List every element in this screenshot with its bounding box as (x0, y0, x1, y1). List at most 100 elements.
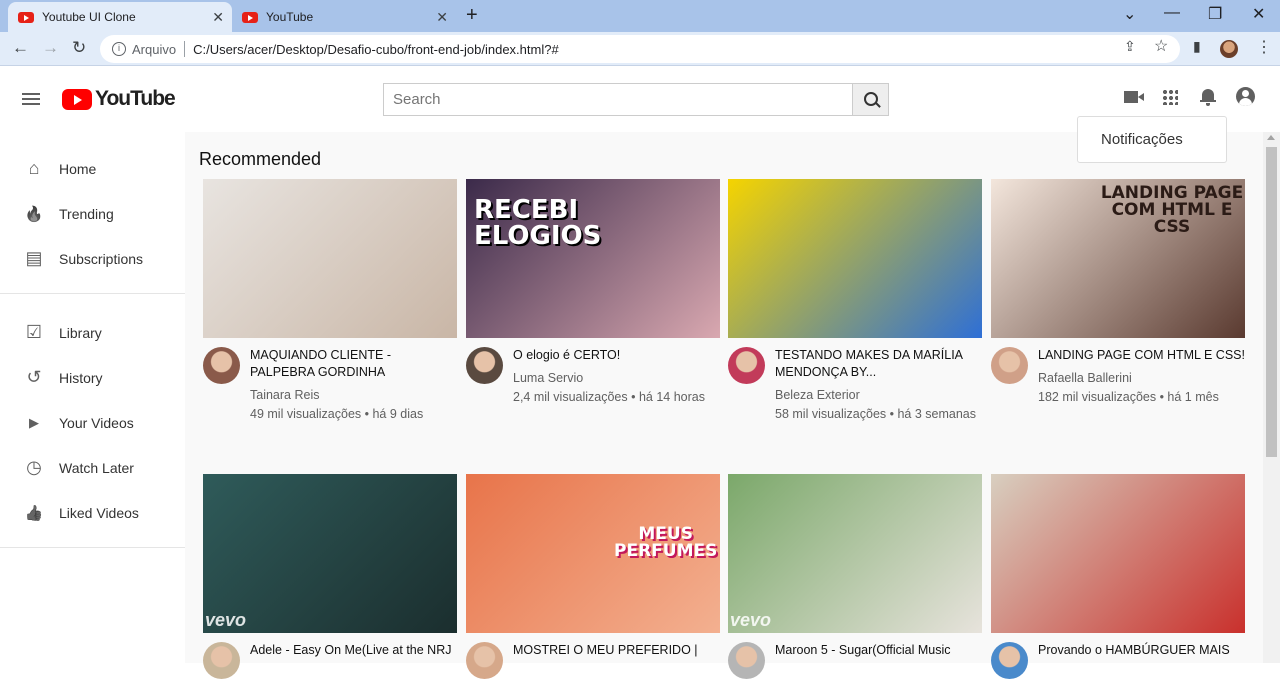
video-card[interactable]: RECEBI ELOGIOS O elogio é CERTO! Luma Serv… (466, 179, 720, 407)
sidebar-item-liked-videos[interactable]: 👍 Liked Videos (0, 490, 185, 535)
video-card[interactable]: TESTANDO MAKES DA MARÍLIA MENDONÇA BY...… (728, 179, 982, 424)
video-info: O elogio é CERTO! Luma Servio 2,4 mil visu… (513, 347, 705, 407)
video-title[interactable]: MAQUIANDO CLIENTE - PALPEBRA GORDINHA (250, 347, 457, 381)
video-thumbnail[interactable] (991, 474, 1245, 633)
side-panel-icon[interactable]: ▮ (1193, 38, 1201, 55)
sidebar-item-history[interactable]: ↺ History (0, 355, 185, 400)
notifications-popup[interactable]: Notificações (1077, 116, 1227, 163)
minimize-button[interactable]: — (1164, 4, 1180, 22)
video-meta: Provando o HAMBÚRGUER MAIS (991, 642, 1245, 679)
tab-title: YouTube (266, 10, 314, 24)
search-bar (383, 83, 889, 116)
browser-tab-1[interactable]: Youtube UI Clone ✕ (8, 2, 232, 32)
channel-avatar[interactable] (728, 347, 765, 384)
sidebar-item-label: Liked Videos (59, 504, 139, 521)
video-title[interactable]: TESTANDO MAKES DA MARÍLIA MENDONÇA BY... (775, 347, 982, 381)
apps-grid-icon[interactable] (1162, 89, 1178, 105)
video-thumbnail[interactable] (728, 179, 982, 338)
create-video-icon[interactable] (1124, 91, 1144, 103)
scroll-up-icon[interactable] (1267, 135, 1275, 140)
video-thumbnail[interactable]: MEUS PERFUMES (466, 474, 720, 633)
thumbnail-overlay-text: RECEBI ELOGIOS (474, 195, 602, 251)
channel-name[interactable]: Tainara Reis (250, 387, 457, 404)
channel-name[interactable]: Rafaella Ballerini (1038, 370, 1245, 387)
reload-icon[interactable]: ↻ (72, 38, 86, 58)
sidebar-item-your-videos[interactable]: ▶ Your Videos (0, 400, 185, 445)
account-icon[interactable] (1236, 87, 1255, 106)
tab-search-icon[interactable]: ⌄ (1123, 4, 1136, 24)
sidebar-item-watch-later[interactable]: ◷ Watch Later (0, 445, 185, 490)
close-window-button[interactable]: ✕ (1252, 4, 1265, 24)
video-info: Maroon 5 - Sugar(Official Music (775, 642, 951, 679)
channel-avatar[interactable] (466, 347, 503, 384)
sidebar-item-subscriptions[interactable]: ▤ Subscriptions (0, 236, 185, 281)
thumbnail-overlay-text: LANDING PAGE COM HTML E CSS (1100, 183, 1244, 237)
video-info: MAQUIANDO CLIENTE - PALPEBRA GORDINHA Tai… (250, 347, 457, 424)
video-meta: Maroon 5 - Sugar(Official Music (728, 642, 982, 679)
back-icon[interactable]: ← (12, 38, 29, 58)
video-title[interactable]: LANDING PAGE COM HTML E CSS! (1038, 347, 1245, 364)
search-button[interactable] (852, 84, 888, 115)
video-thumbnail[interactable]: LANDING PAGE COM HTML E CSS (991, 179, 1245, 338)
video-card[interactable]: vevo Adele - Easy On Me(Live at the NRJ (203, 474, 457, 679)
profile-avatar[interactable] (1220, 40, 1238, 58)
share-icon[interactable]: ⇪ (1124, 38, 1136, 55)
video-title[interactable]: Provando o HAMBÚRGUER MAIS (1038, 642, 1230, 659)
close-tab-icon[interactable]: ✕ (436, 9, 448, 26)
watch-later-icon: ◷ (26, 457, 42, 477)
video-card[interactable]: Provando o HAMBÚRGUER MAIS (991, 474, 1245, 679)
scheme-label: Arquivo (132, 41, 177, 57)
channel-avatar[interactable] (991, 347, 1028, 384)
channel-avatar[interactable] (203, 642, 240, 679)
hamburger-menu-icon[interactable] (22, 93, 40, 105)
url-text[interactable]: C:/Users/acer/Desktop/Desafio-cubo/front… (193, 42, 559, 57)
video-thumbnail[interactable]: vevo (728, 474, 982, 633)
video-title[interactable]: MOSTREI O MEU PREFERIDO | (513, 642, 698, 659)
browser-menu-icon[interactable]: ⋮ (1256, 37, 1272, 57)
address-bar[interactable]: i Arquivo C:/Users/acer/Desktop/Desafio-… (100, 35, 1180, 63)
sidebar-item-library[interactable]: ☑ Library (0, 310, 185, 355)
sidebar-item-label: Trending (59, 205, 114, 222)
browser-tabbar: Youtube UI Clone ✕ YouTube ✕ + ⌄ — ❐ ✕ (0, 0, 1280, 32)
search-input[interactable] (384, 84, 852, 115)
video-card[interactable]: vevo Maroon 5 - Sugar(Official Music (728, 474, 982, 679)
video-meta: MOSTREI O MEU PREFERIDO | (466, 642, 720, 679)
video-title[interactable]: Adele - Easy On Me(Live at the NRJ (250, 642, 451, 659)
scrollbar[interactable] (1263, 132, 1280, 663)
close-tab-icon[interactable]: ✕ (212, 9, 224, 26)
sidebar-item-home[interactable]: ⌂ Home (0, 146, 185, 191)
sidebar-item-trending[interactable]: 🔥 Trending (0, 191, 185, 236)
info-icon[interactable]: i (112, 42, 126, 56)
scrollbar-thumb[interactable] (1266, 147, 1277, 457)
video-card[interactable]: MAQUIANDO CLIENTE - PALPEBRA GORDINHA Tai… (203, 179, 457, 424)
video-card[interactable]: LANDING PAGE COM HTML E CSS LANDING PAGE … (991, 179, 1245, 407)
new-tab-button[interactable]: + (466, 4, 478, 27)
video-thumbnail[interactable] (203, 179, 457, 338)
vevo-watermark: vevo (205, 610, 247, 630)
video-title[interactable]: O elogio é CERTO! (513, 347, 705, 364)
library-icon: ☑ (25, 322, 43, 342)
video-title[interactable]: Maroon 5 - Sugar(Official Music (775, 642, 951, 659)
browser-tab-2[interactable]: YouTube ✕ (232, 2, 456, 32)
channel-name[interactable]: Luma Servio (513, 370, 705, 387)
video-info: LANDING PAGE COM HTML E CSS! Rafaella Bal… (1038, 347, 1245, 407)
your-videos-icon: ▶ (29, 414, 39, 430)
youtube-favicon-icon (18, 11, 34, 23)
channel-avatar[interactable] (728, 642, 765, 679)
restore-button[interactable]: ❐ (1208, 4, 1222, 24)
channel-avatar[interactable] (466, 642, 503, 679)
history-icon: ↺ (26, 367, 42, 387)
bookmark-star-icon[interactable]: ☆ (1154, 36, 1168, 56)
youtube-logo[interactable]: YouTube (62, 87, 176, 111)
video-meta: MAQUIANDO CLIENTE - PALPEBRA GORDINHA Tai… (203, 347, 457, 424)
channel-avatar[interactable] (991, 642, 1028, 679)
video-card[interactable]: MEUS PERFUMES MOSTREI O MEU PREFERIDO | (466, 474, 720, 679)
video-meta: LANDING PAGE COM HTML E CSS! Rafaella Bal… (991, 347, 1245, 407)
video-thumbnail[interactable]: vevo (203, 474, 457, 633)
forward-icon[interactable]: → (42, 38, 59, 58)
video-thumbnail[interactable]: RECEBI ELOGIOS (466, 179, 720, 338)
notifications-bell-icon[interactable] (1200, 87, 1216, 106)
channel-name[interactable]: Beleza Exterior (775, 387, 982, 404)
video-meta: Adele - Easy On Me(Live at the NRJ (203, 642, 457, 679)
channel-avatar[interactable] (203, 347, 240, 384)
